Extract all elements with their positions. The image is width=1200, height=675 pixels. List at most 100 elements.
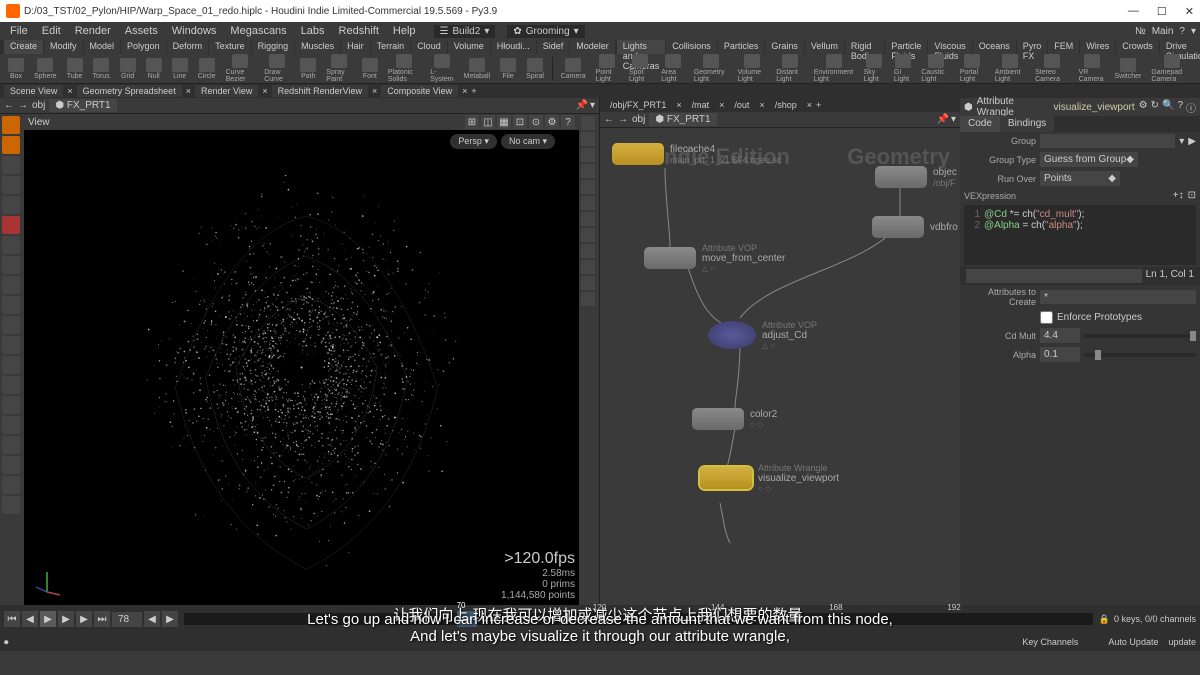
tool-ambient[interactable]: Ambient Light [991, 53, 1029, 84]
group-field[interactable] [1040, 134, 1175, 148]
menu-icon[interactable]: ▾ [1191, 26, 1196, 37]
tool-lsystem[interactable]: L-System [426, 53, 457, 84]
pane-tab-composite[interactable]: Composite View [381, 85, 458, 97]
tool-grid[interactable]: Grid [116, 57, 140, 81]
dropdown-icon[interactable]: ▾ [1179, 136, 1184, 147]
shelf-tab[interactable]: Lights and Cameras [617, 40, 666, 54]
tool-icon[interactable] [2, 436, 20, 454]
timeline-track[interactable]: 70 120 144 168 192 [184, 613, 1093, 625]
tool-icon[interactable] [2, 376, 20, 394]
shelf-tab[interactable]: Hłoudi... [491, 40, 536, 54]
close-button[interactable]: ✕ [1185, 5, 1194, 18]
vp-icon[interactable]: ⚙ [545, 115, 559, 129]
alpha-field[interactable]: 0.1 [1040, 347, 1080, 362]
shelf-tab[interactable]: Muscles [295, 40, 340, 54]
nav-back-icon[interactable]: ← [4, 100, 14, 111]
next-frame-button[interactable]: ▶ [76, 611, 92, 627]
select-tool[interactable] [2, 116, 20, 134]
update-button[interactable]: update [1168, 637, 1196, 647]
play-button[interactable]: ▶ [58, 611, 74, 627]
vp-icon[interactable]: ▦ [497, 115, 511, 129]
tool-line[interactable]: Line [168, 57, 192, 81]
tool-spotlight[interactable]: Spot Light [625, 53, 655, 84]
node-visualize-viewport[interactable]: Attribute Wranglevisualize_viewport○ ◇ [700, 463, 839, 493]
cdmult-slider[interactable] [1084, 334, 1196, 338]
tool-icon[interactable] [2, 156, 20, 174]
close-tab-icon[interactable]: × [67, 86, 72, 96]
tool-arealight[interactable]: Area Light [657, 53, 688, 84]
key-channels[interactable]: Key Channels [1022, 637, 1078, 647]
play-rev-button[interactable]: ▶ [40, 611, 56, 627]
nav-fwd-icon[interactable]: → [618, 114, 628, 125]
tool-sphere[interactable]: Sphere [30, 57, 61, 81]
node-filecache[interactable]: filecache4main_prt_1_v1.$F4.bgeo.sc [612, 143, 782, 165]
path-obj[interactable]: obj [32, 100, 45, 111]
vp-tool[interactable] [581, 260, 595, 274]
vp-tool[interactable] [581, 212, 595, 226]
vp-icon[interactable]: ⊙ [529, 115, 543, 129]
shelf-tab[interactable]: Particle Fluids [885, 40, 927, 54]
vp-tool[interactable] [581, 228, 595, 242]
tool-icon[interactable] [2, 256, 20, 274]
expand-icon[interactable]: ⊡ [1188, 190, 1196, 201]
persp-button[interactable]: Persp ▾ [450, 134, 497, 149]
gear-icon[interactable]: ⚙ [1139, 100, 1148, 115]
tool-null[interactable]: Null [142, 57, 166, 81]
enforce-checkbox[interactable] [1040, 311, 1053, 324]
tool-icon[interactable] [2, 236, 20, 254]
frame-field[interactable]: 78 [112, 612, 142, 627]
tool-curve-bezier[interactable]: Curve Bezier [222, 53, 259, 84]
pin-icon[interactable]: 📌 [576, 100, 588, 111]
menu-megascans[interactable]: Megascans [224, 23, 292, 39]
ctx-shop[interactable]: /shop [769, 99, 803, 111]
tool-spray[interactable]: Spray Paint [322, 53, 356, 84]
pin-icon[interactable]: 📌 [937, 114, 949, 125]
header-main[interactable]: Main [1152, 26, 1174, 37]
vp-tool[interactable] [581, 148, 595, 162]
tool-icon[interactable] [2, 496, 20, 514]
camera-button[interactable]: No cam ▾ [501, 134, 555, 149]
vp-tool[interactable] [581, 164, 595, 178]
alpha-slider[interactable] [1084, 353, 1196, 357]
first-frame-button[interactable]: ⏮ [4, 611, 20, 627]
menu-edit[interactable]: Edit [36, 23, 67, 39]
tool-platonic[interactable]: Platonic Solids [384, 53, 424, 84]
shelf-tab[interactable]: FEM [1048, 40, 1079, 54]
vp-tool[interactable] [581, 244, 595, 258]
tool-icon[interactable] [2, 416, 20, 434]
vp-icon[interactable]: ? [561, 115, 575, 129]
arrow-tool[interactable] [2, 196, 20, 214]
pane-tab-sceneview[interactable]: Scene View [4, 85, 63, 97]
path-menu-icon[interactable]: ▾ [590, 100, 595, 111]
tool-envlight[interactable]: Environment Light [810, 53, 858, 84]
tool-torus[interactable]: Torus [89, 57, 114, 81]
menu-labs[interactable]: Labs [295, 23, 331, 39]
tool-box[interactable]: Box [4, 57, 28, 81]
menu-assets[interactable]: Assets [119, 23, 164, 39]
shelf-tab[interactable]: Deform [167, 40, 209, 54]
view-label[interactable]: View [28, 117, 50, 128]
node-color2[interactable]: color2○ ◇ [692, 408, 777, 430]
tool-pointlight[interactable]: Point Light [592, 53, 623, 84]
op-name[interactable]: visualize_viewport [1053, 102, 1134, 113]
vp-icon[interactable]: ⊡ [513, 115, 527, 129]
vp-tool[interactable] [581, 116, 595, 130]
info-icon[interactable]: ⓘ [1186, 100, 1196, 115]
tool-font[interactable]: Font [358, 57, 382, 81]
shelf-tab[interactable]: Cloud [411, 40, 447, 54]
path-node[interactable]: ⬢ FX_PRT1 [649, 113, 716, 126]
menu-render[interactable]: Render [69, 23, 117, 39]
lock-tool[interactable] [2, 216, 20, 234]
shelf-tab[interactable]: Polygon [121, 40, 166, 54]
ctx-out[interactable]: /out [728, 99, 755, 111]
ctx-mat[interactable]: /mat [686, 99, 716, 111]
vp-icon[interactable]: ◫ [481, 115, 495, 129]
shelf-tab[interactable]: Collisions [666, 40, 717, 54]
tool-icon[interactable] [2, 136, 20, 154]
viewport-3d[interactable]: Persp ▾ No cam ▾ >120.0fps 2.58ms 0 prim… [24, 130, 579, 605]
help-icon[interactable]: ? [1179, 26, 1185, 37]
tool-icon[interactable] [2, 396, 20, 414]
shelf-tab[interactable]: Modify [44, 40, 83, 54]
tool-stereocam[interactable]: Stereo Camera [1031, 53, 1073, 84]
runover-dropdown[interactable]: Points◆ [1040, 171, 1120, 186]
